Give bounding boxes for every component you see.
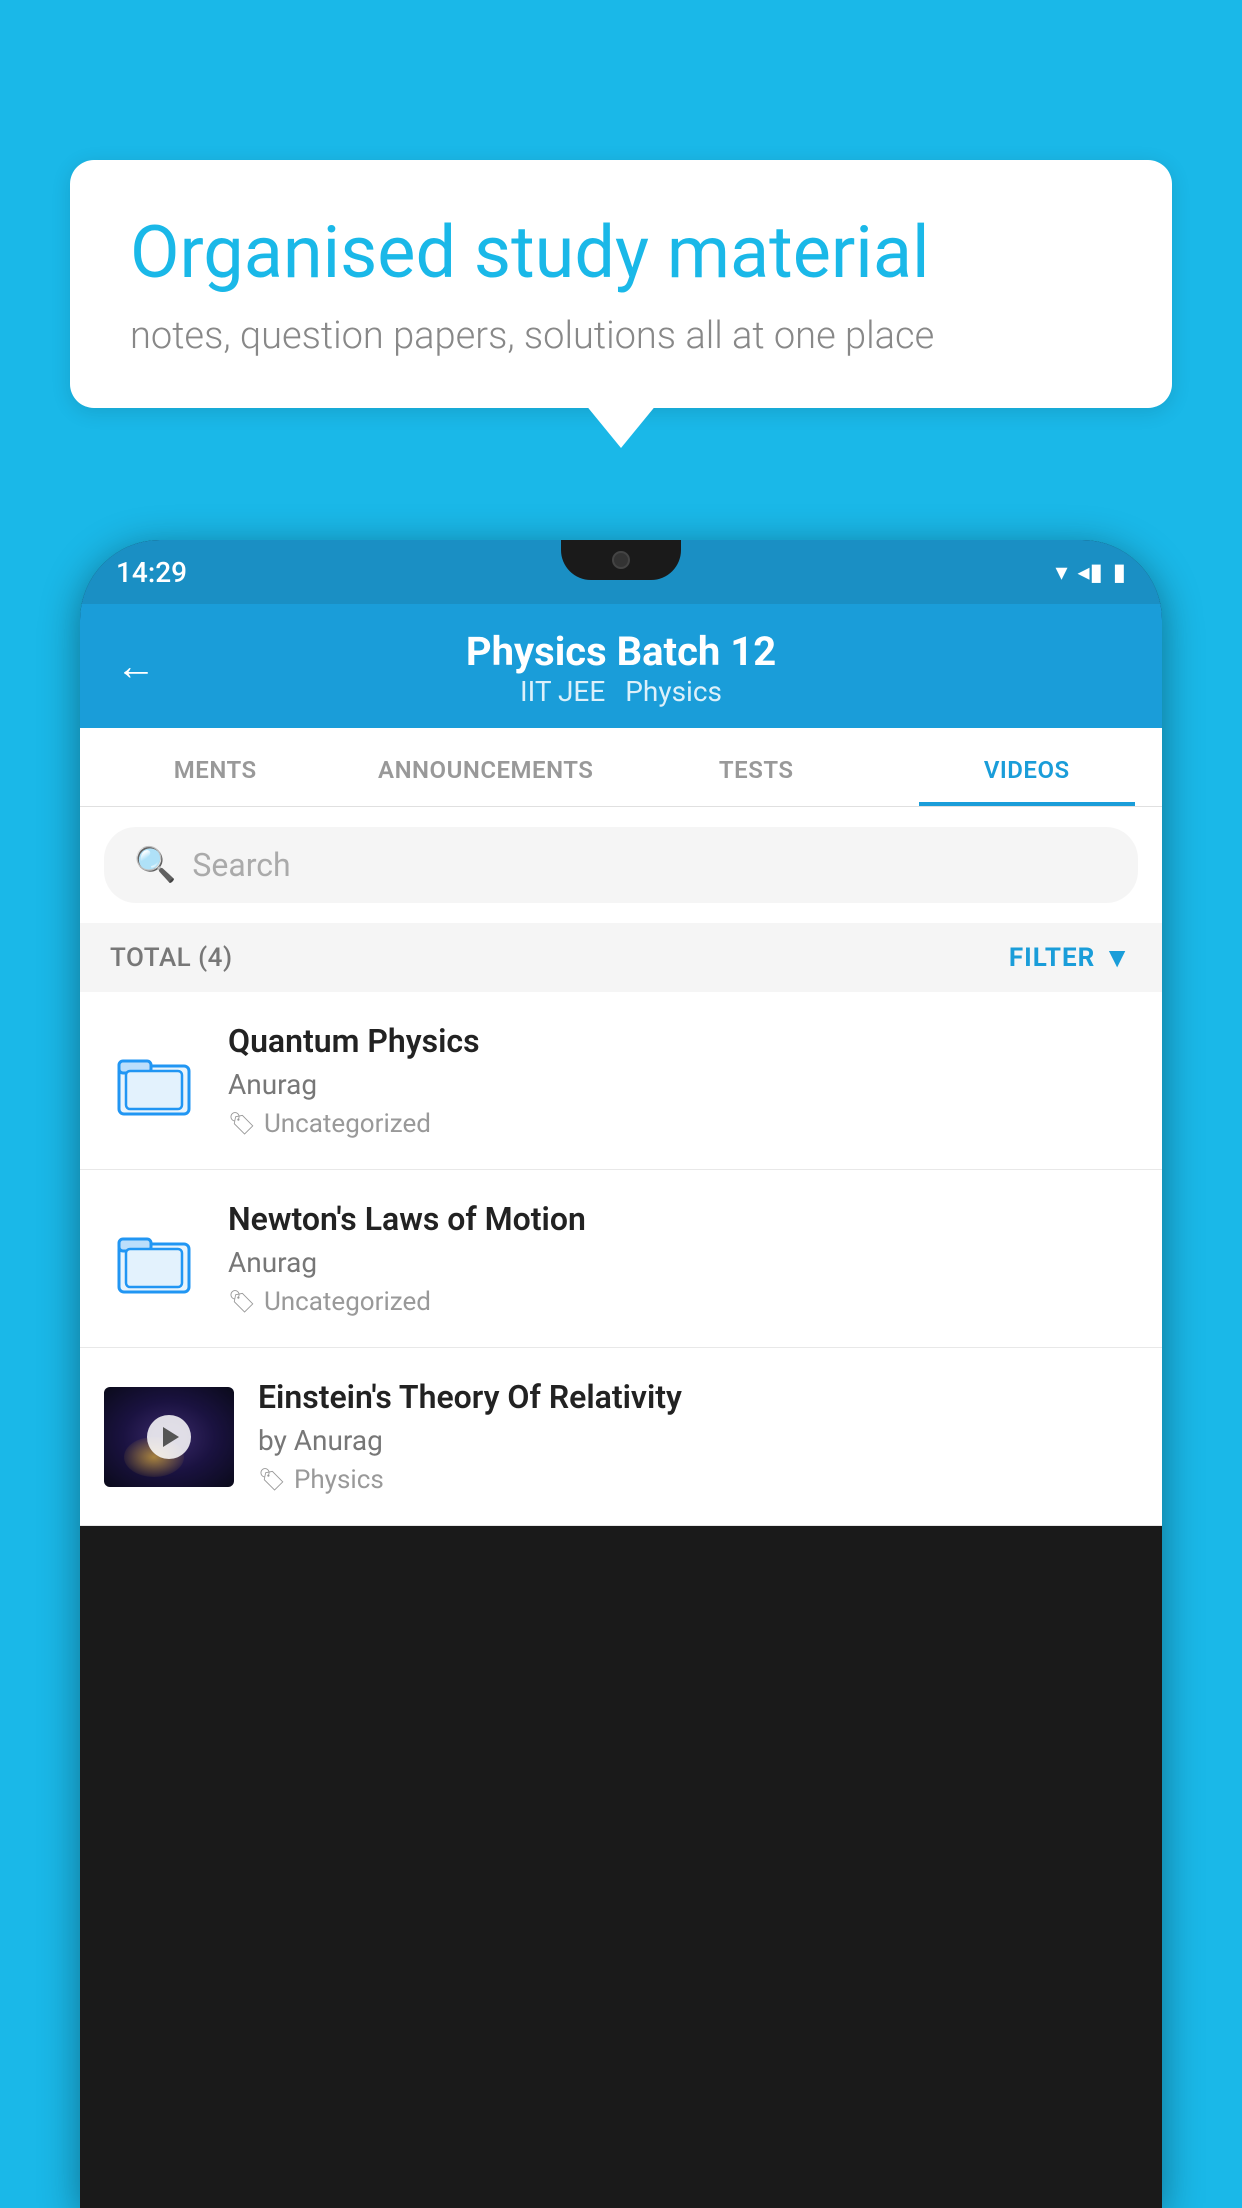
tag-label: Physics [294,1465,384,1495]
filter-row: TOTAL (4) FILTER ▼ [80,923,1162,992]
wifi-icon: ▾ [1055,558,1067,586]
play-icon [163,1427,179,1447]
tag-icon: 🏷 [258,1468,286,1493]
list-item[interactable]: Quantum Physics Anurag 🏷 Uncategorized [80,992,1162,1170]
video-author: by Anurag [258,1424,1138,1457]
filter-icon: ▼ [1103,941,1132,974]
phone-frame: 14:29 ▾ ◂▮ ▮ ← Physics Batch 12 IIT JEE … [80,540,1162,2208]
video-tag: 🏷 Uncategorized [228,1109,1138,1139]
video-title: Quantum Physics [228,1022,1138,1060]
tag-icon: 🏷 [228,1290,256,1315]
video-list: Quantum Physics Anurag 🏷 Uncategorized N… [80,992,1162,1526]
list-item[interactable]: Newton's Laws of Motion Anurag 🏷 Uncateg… [80,1170,1162,1348]
tab-ments[interactable]: MENTS [80,728,351,806]
folder-icon [104,1031,204,1131]
bubble-title: Organised study material [130,210,1112,296]
search-icon: 🔍 [134,845,176,885]
video-tag: 🏷 Uncategorized [228,1287,1138,1317]
search-placeholder: Search [192,846,290,884]
tab-announcements[interactable]: ANNOUNCEMENTS [351,728,622,806]
battery-icon: ▮ [1113,558,1126,586]
tag-label: Uncategorized [264,1109,431,1139]
search-input-wrap[interactable]: 🔍 Search [104,827,1138,903]
video-info: Quantum Physics Anurag 🏷 Uncategorized [228,1022,1138,1139]
tab-tests[interactable]: TESTS [621,728,892,806]
camera [612,551,630,569]
filter-button[interactable]: FILTER ▼ [1009,941,1132,974]
back-button[interactable]: ← [116,643,156,690]
video-info: Einstein's Theory Of Relativity by Anura… [258,1378,1138,1495]
filter-label: FILTER [1009,943,1095,973]
play-button[interactable] [147,1415,191,1459]
video-author: Anurag [228,1068,1138,1101]
tag-icon: 🏷 [228,1112,256,1137]
total-count-label: TOTAL (4) [110,943,233,973]
video-title: Einstein's Theory Of Relativity [258,1378,1138,1416]
video-tag: 🏷 Physics [258,1465,1138,1495]
header-physics: Physics [625,675,722,708]
tabs-container: MENTS ANNOUNCEMENTS TESTS VIDEOS [80,728,1162,807]
status-icons: ▾ ◂▮ ▮ [1055,558,1126,586]
bubble-subtitle: notes, question papers, solutions all at… [130,314,1112,358]
notch [561,540,681,580]
app-header: ← Physics Batch 12 IIT JEE Physics [80,604,1162,728]
header-title: Physics Batch 12 [466,628,776,675]
signal-icon: ◂▮ [1078,558,1103,586]
video-thumbnail [104,1387,234,1487]
folder-icon [104,1209,204,1309]
speech-bubble: Organised study material notes, question… [70,160,1172,408]
list-item[interactable]: Einstein's Theory Of Relativity by Anura… [80,1348,1162,1526]
video-info: Newton's Laws of Motion Anurag 🏷 Uncateg… [228,1200,1138,1317]
tab-videos[interactable]: VIDEOS [892,728,1163,806]
video-author: Anurag [228,1246,1138,1279]
header-subtitle: IIT JEE Physics [520,675,722,708]
tag-label: Uncategorized [264,1287,431,1317]
video-title: Newton's Laws of Motion [228,1200,1138,1238]
status-bar: 14:29 ▾ ◂▮ ▮ [80,540,1162,604]
header-iit-jee: IIT JEE [520,675,605,708]
search-bar: 🔍 Search [80,807,1162,923]
status-time: 14:29 [116,556,187,589]
